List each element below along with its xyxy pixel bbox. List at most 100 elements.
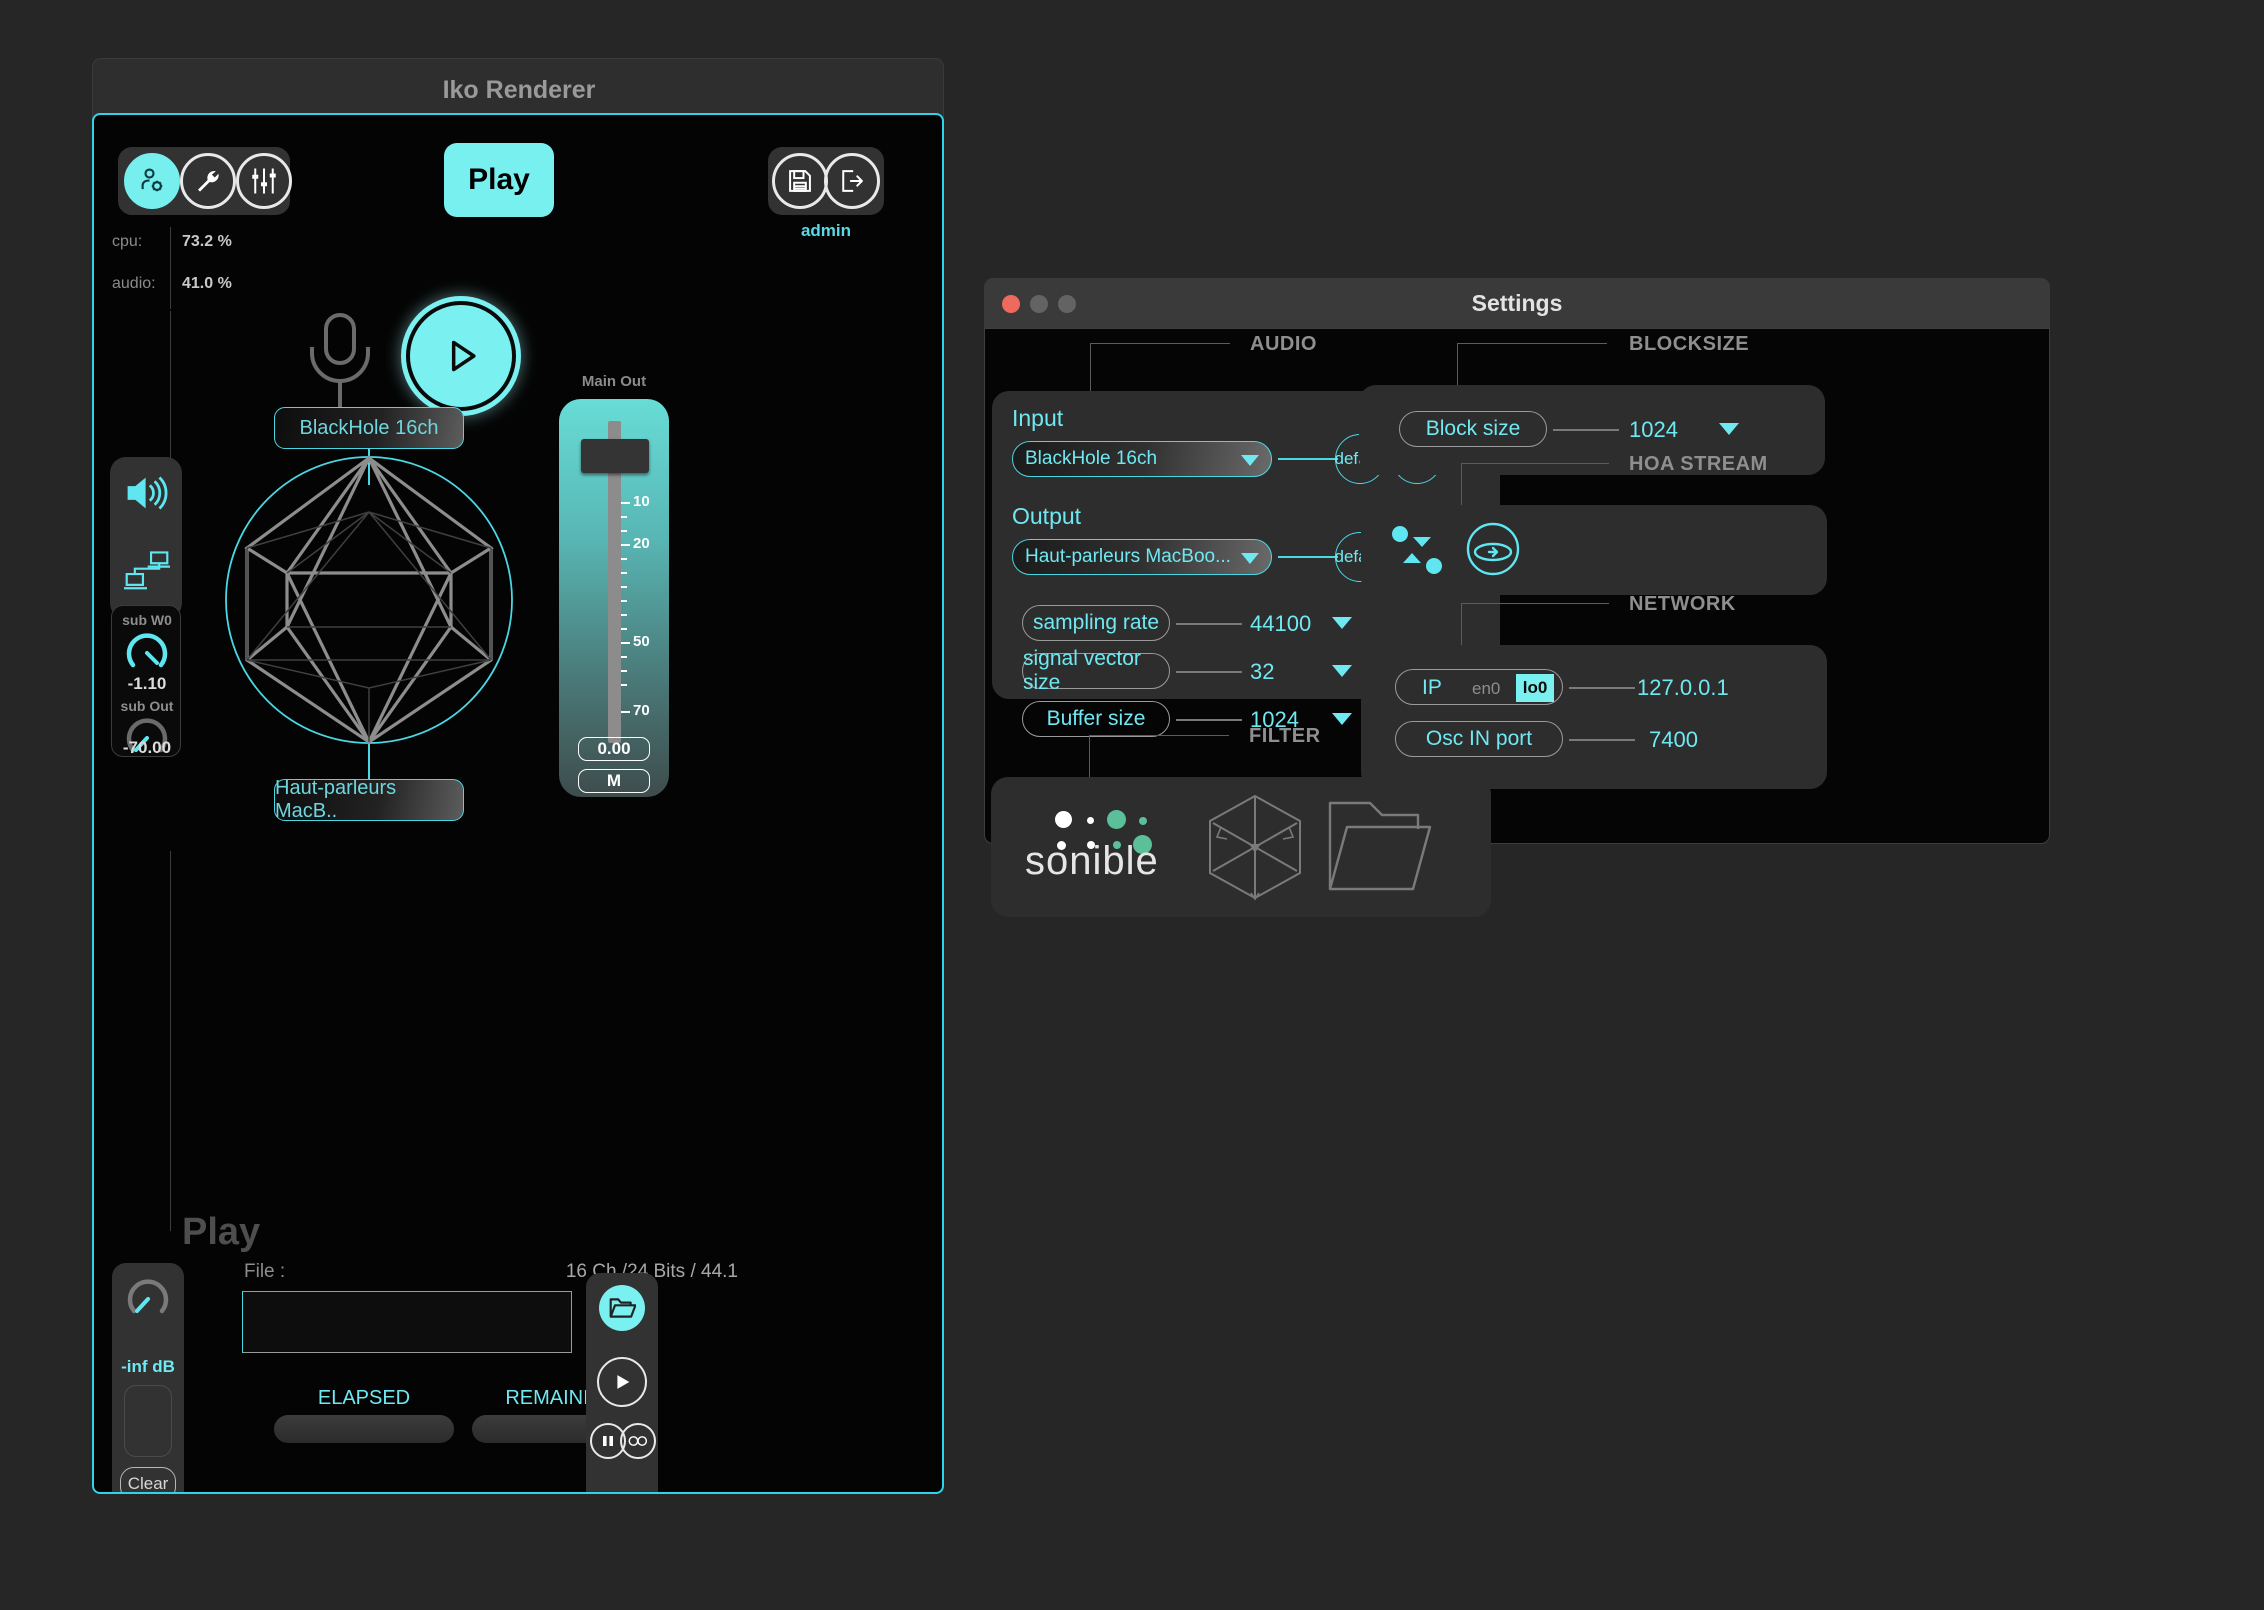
settings-window-title: Settings — [1471, 290, 1563, 316]
play-icon[interactable] — [597, 1357, 647, 1407]
audio-label: audio: — [112, 275, 156, 292]
settings-titlebar[interactable]: Settings — [984, 278, 2050, 328]
filter-leader-h — [1089, 735, 1229, 736]
fader-tick-50: 50 — [633, 633, 650, 650]
sub-w0-knob[interactable] — [125, 631, 169, 675]
sphere-rotate-icon[interactable] — [1465, 521, 1521, 582]
toolbar-right-group — [768, 147, 884, 215]
audio-value: 41.0 % — [182, 275, 232, 292]
iface-lo0-option[interactable]: lo0 — [1516, 674, 1554, 702]
updown-arrows-icon[interactable] — [1389, 523, 1445, 582]
output-connector-line — [368, 743, 370, 779]
ip-value: 127.0.0.1 — [1637, 675, 1729, 700]
ip-connector — [1569, 687, 1635, 689]
mute-button[interactable]: M — [578, 769, 650, 793]
stats-block: cpu: 73.2 % audio: 41.0 % — [112, 227, 292, 309]
chevron-down-icon — [1241, 455, 1259, 466]
sliders-icon[interactable] — [236, 153, 292, 209]
play-button[interactable]: Play — [444, 143, 554, 217]
sampling-rate-label[interactable]: sampling rate — [1022, 605, 1170, 641]
output-connector — [1278, 556, 1338, 558]
file-label: File : — [244, 1261, 286, 1282]
chevron-down-icon[interactable] — [1332, 665, 1352, 677]
network-leader-v — [1461, 603, 1462, 645]
hoa-leader-h — [1461, 463, 1609, 464]
chevron-down-icon — [1241, 553, 1259, 564]
toolbar-left-group — [118, 147, 292, 215]
folder-open-icon[interactable] — [599, 1285, 645, 1331]
iface-en0-option[interactable]: en0 — [1472, 679, 1500, 699]
player-gain-column: -inf dB Clear — [112, 1263, 184, 1492]
player-transport-column — [586, 1273, 658, 1492]
signal-vector-size-label[interactable]: signal vector size — [1022, 647, 1170, 694]
filter-leader-v — [1089, 735, 1090, 777]
osc-in-port-value: 7400 — [1649, 727, 1698, 752]
main-out-fader[interactable]: 10 20 50 70 0.00 M — [559, 399, 669, 797]
chevron-down-icon[interactable] — [1332, 713, 1352, 725]
microphone-icon[interactable] — [302, 311, 378, 411]
folder-icon[interactable] — [1327, 797, 1433, 900]
hexagon-direction-icon[interactable] — [1205, 793, 1305, 906]
sampling-rate-connector — [1176, 623, 1242, 625]
output-device-dropdown[interactable]: Haut-parleurs MacBoo... — [1012, 539, 1272, 575]
fader-handle[interactable] — [581, 439, 649, 473]
iko-titlebar[interactable]: Iko Renderer — [92, 58, 944, 120]
network-group-title: NETWORK — [1629, 593, 1736, 615]
fader-value-display[interactable]: 0.00 — [578, 737, 650, 761]
output-device-chip[interactable]: Haut-parleurs MacB.. — [274, 777, 464, 822]
player-gain-knob[interactable] — [126, 1277, 170, 1321]
audio-leader-h — [1090, 343, 1230, 344]
ip-selector[interactable]: IP en0 lo0 — [1395, 669, 1563, 705]
sub-knob-panel: sub W0 -1.10 sub Out -70.00 — [111, 605, 181, 757]
block-size-label[interactable]: Block size — [1399, 411, 1547, 447]
port-connector — [1569, 739, 1635, 741]
signal-vector-size-value: 32 — [1250, 659, 1275, 684]
iko-window-title: Iko Renderer — [442, 76, 596, 104]
network-panel: IP en0 lo0 127.0.0.1 Osc IN port 7400 — [1361, 645, 1827, 789]
iko-renderer-window: Iko Renderer Play admin cpu: 73.2 % audi… — [92, 58, 944, 1494]
input-connector — [1278, 458, 1338, 460]
network-icon[interactable] — [124, 549, 171, 596]
save-icon[interactable] — [772, 153, 828, 209]
play-section-label: Play — [182, 1211, 261, 1253]
signal-vector-size-connector — [1176, 671, 1242, 673]
exit-icon[interactable] — [824, 153, 880, 209]
network-leader-h — [1461, 603, 1609, 604]
filter-panel: sonible — [991, 777, 1491, 917]
buffer-size-label[interactable]: Buffer size — [1022, 701, 1170, 737]
audio-leader-v — [1090, 343, 1091, 393]
sub-out-label: sub Out — [120, 698, 174, 714]
player-gain-value: -inf dB — [121, 1357, 175, 1376]
osc-in-port-label[interactable]: Osc IN port — [1395, 721, 1563, 757]
file-path-field[interactable] — [242, 1291, 572, 1353]
loop-icon[interactable] — [620, 1423, 656, 1459]
sub-w0-label: sub W0 — [122, 612, 172, 628]
settings-window-body: AUDIO Input BlackHole 16ch default reset… — [984, 328, 2050, 917]
input-device-dropdown[interactable]: BlackHole 16ch — [1012, 441, 1272, 477]
iko-window-body: Play admin cpu: 73.2 % audio: 41.0 % sub… — [92, 113, 944, 1494]
chevron-down-icon[interactable] — [1332, 617, 1352, 629]
hoa-stream-panel — [1361, 505, 1827, 595]
speaker-icon[interactable] — [124, 475, 170, 516]
blocksize-group-title: BLOCKSIZE — [1629, 333, 1750, 355]
user-settings-icon[interactable] — [124, 153, 180, 209]
audio-group-title: AUDIO — [1250, 333, 1317, 355]
sub-out-value: -70.00 — [122, 738, 172, 757]
elapsed-display — [274, 1415, 454, 1443]
play-round-button[interactable] — [406, 301, 516, 411]
output-label: Output — [1012, 503, 1082, 529]
admin-label: admin — [800, 221, 852, 240]
left-rail-line-bottom — [170, 851, 171, 1231]
block-size-connector — [1553, 429, 1619, 431]
sonible-logo[interactable]: sonible — [1003, 783, 1183, 913]
io-mode-panel — [110, 457, 182, 619]
buffer-size-connector — [1176, 719, 1242, 721]
main-out-label: Main Out — [581, 373, 647, 390]
fader-tick-10: 10 — [633, 493, 650, 510]
wrench-icon[interactable] — [180, 153, 236, 209]
sonible-wordmark: sonible — [1025, 839, 1159, 883]
chevron-down-icon[interactable] — [1719, 423, 1739, 435]
input-device-chip[interactable]: BlackHole 16ch — [274, 407, 464, 449]
player-blank-pad[interactable] — [124, 1385, 172, 1457]
clear-button[interactable]: Clear — [120, 1467, 176, 1492]
